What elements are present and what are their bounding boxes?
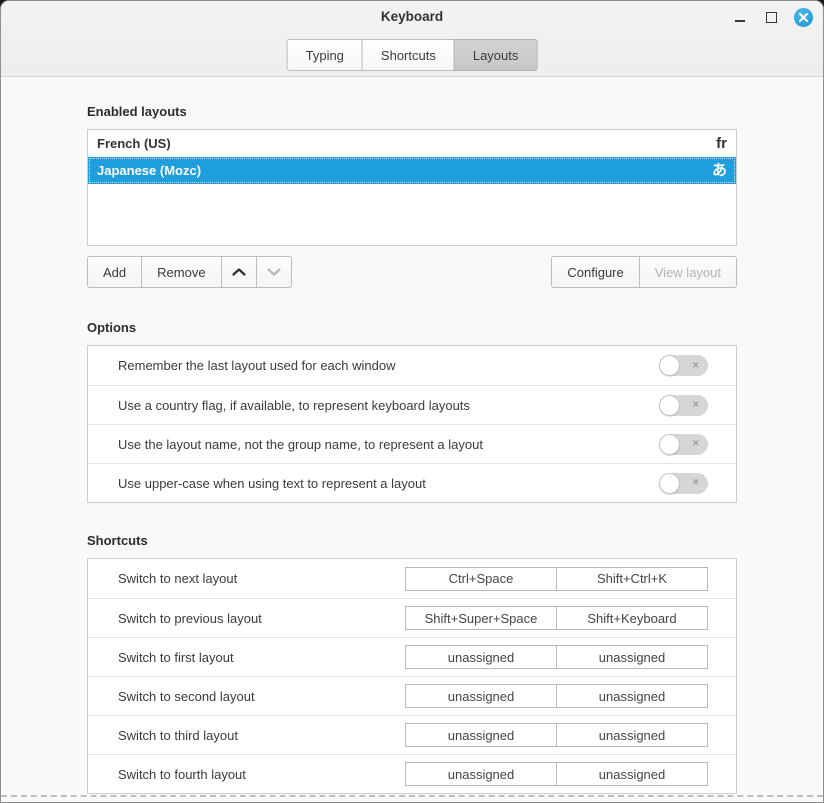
layouts-page: Enabled layouts French (US) fr Japanese …: [1, 77, 823, 802]
shortcuts-panel: Switch to next layout Ctrl+Space Shift+C…: [87, 558, 737, 794]
toggle-off-icon: ×: [693, 399, 699, 410]
keybind-group: Ctrl+Space Shift+Ctrl+K: [405, 567, 708, 591]
tab-typing[interactable]: Typing: [287, 39, 363, 71]
shortcut-label: Switch to previous layout: [118, 611, 405, 626]
keybind-group: unassigned unassigned: [405, 645, 708, 669]
window-header: Keyboard Typing: [1, 1, 823, 77]
remove-layout-label: Remove: [157, 265, 205, 280]
shortcut-row-first-layout: Switch to first layout unassigned unassi…: [88, 637, 736, 676]
toggle-knob: [659, 473, 680, 494]
option-row-remember-layout: Remember the last layout used for each w…: [88, 346, 736, 385]
option-row-country-flag: Use a country flag, if available, to rep…: [88, 385, 736, 424]
tab-layouts-label: Layouts: [473, 48, 519, 63]
keybind-group: unassigned unassigned: [405, 723, 708, 747]
keybind-field-2[interactable]: unassigned: [556, 762, 708, 786]
option-label: Use the layout name, not the group name,…: [118, 437, 483, 452]
toggle-off-icon: ×: [693, 477, 699, 488]
keybind-group: Shift+Super+Space Shift+Keyboard: [405, 606, 708, 630]
chevron-up-icon: [232, 268, 246, 276]
tab-shortcuts-label: Shortcuts: [381, 48, 436, 63]
shortcut-row-third-layout: Switch to third layout unassigned unassi…: [88, 715, 736, 754]
toggle-knob: [659, 434, 680, 455]
view-layout-button[interactable]: View layout: [639, 256, 737, 288]
keybind-field-2[interactable]: unassigned: [556, 645, 708, 669]
shortcut-row-previous-layout: Switch to previous layout Shift+Super+Sp…: [88, 598, 736, 637]
move-layout-up-button[interactable]: [221, 256, 257, 288]
shortcut-row-fourth-layout: Switch to fourth layout unassigned unass…: [88, 754, 736, 793]
options-heading: Options: [87, 319, 737, 336]
toggle-off-icon: ×: [693, 438, 699, 449]
keybind-group: unassigned unassigned: [405, 762, 708, 786]
shortcut-row-second-layout: Switch to second layout unassigned unass…: [88, 676, 736, 715]
keybind-field-1[interactable]: unassigned: [405, 684, 557, 708]
keybind-field-1[interactable]: Ctrl+Space: [405, 567, 557, 591]
toggle-knob: [659, 355, 680, 376]
toggle-layout-name[interactable]: ×: [659, 434, 708, 455]
toggle-country-flag[interactable]: ×: [659, 395, 708, 416]
shortcut-row-next-layout: Switch to next layout Ctrl+Space Shift+C…: [88, 559, 736, 598]
keybind-field-2[interactable]: Shift+Keyboard: [556, 606, 708, 630]
close-icon: [799, 13, 808, 22]
add-layout-label: Add: [103, 265, 126, 280]
titlebar[interactable]: Keyboard: [1, 1, 823, 34]
shortcut-label: Switch to second layout: [118, 689, 405, 704]
keybind-field-2[interactable]: unassigned: [556, 684, 708, 708]
minimize-icon: [735, 20, 745, 22]
shortcut-label: Switch to third layout: [118, 728, 405, 743]
keybind-field-1[interactable]: unassigned: [405, 723, 557, 747]
tab-layouts[interactable]: Layouts: [454, 39, 538, 71]
maximize-button[interactable]: [762, 8, 781, 27]
add-layout-button[interactable]: Add: [87, 256, 142, 288]
shortcut-label: Switch to next layout: [118, 571, 405, 586]
layout-list-actions: Add Remove Configure: [87, 256, 737, 288]
enabled-layouts-heading: Enabled layouts: [87, 103, 737, 120]
configure-label: Configure: [567, 265, 623, 280]
toggle-knob: [659, 395, 680, 416]
option-row-upper-case: Use upper-case when using text to repres…: [88, 463, 736, 502]
option-label: Use a country flag, if available, to rep…: [118, 398, 470, 413]
shortcuts-heading: Shortcuts: [87, 532, 737, 549]
shortcut-label: Switch to fourth layout: [118, 767, 405, 782]
option-label: Use upper-case when using text to repres…: [118, 476, 426, 491]
layout-indicator-badge: あ: [712, 163, 727, 178]
keybind-group: unassigned unassigned: [405, 684, 708, 708]
toggle-upper-case[interactable]: ×: [659, 473, 708, 494]
option-label: Remember the last layout used for each w…: [118, 358, 395, 373]
window-title: Keyboard: [1, 9, 823, 24]
layout-indicator-badge: fr: [716, 136, 727, 151]
chevron-down-icon: [267, 268, 281, 276]
close-button[interactable]: [794, 8, 813, 27]
keybind-field-2[interactable]: Shift+Ctrl+K: [556, 567, 708, 591]
layout-config-button-group: Configure View layout: [551, 256, 737, 288]
window-controls: [730, 1, 813, 34]
keybind-field-2[interactable]: unassigned: [556, 723, 708, 747]
keyboard-settings-window: Keyboard Typing: [0, 0, 824, 803]
layout-row-french[interactable]: French (US) fr: [88, 130, 736, 157]
minimize-button[interactable]: [730, 8, 749, 27]
enabled-layouts-list: French (US) fr Japanese (Mozc) あ: [87, 129, 737, 246]
view-layout-label: View layout: [655, 265, 721, 280]
configure-button[interactable]: Configure: [551, 256, 639, 288]
list-edit-button-group: Add Remove: [87, 256, 292, 288]
tab-shortcuts[interactable]: Shortcuts: [362, 39, 455, 71]
options-panel: Remember the last layout used for each w…: [87, 345, 737, 503]
tab-typing-label: Typing: [306, 48, 344, 63]
keybind-field-1[interactable]: Shift+Super+Space: [405, 606, 557, 630]
layout-name: Japanese (Mozc): [97, 163, 201, 178]
move-layout-down-button[interactable]: [256, 256, 292, 288]
tab-switcher: Typing Shortcuts Layouts: [287, 39, 538, 71]
scroll-undershoot-indicator: [1, 795, 823, 797]
option-row-layout-name: Use the layout name, not the group name,…: [88, 424, 736, 463]
toggle-remember-layout[interactable]: ×: [659, 355, 708, 376]
remove-layout-button[interactable]: Remove: [141, 256, 221, 288]
maximize-icon: [766, 12, 777, 23]
keybind-field-1[interactable]: unassigned: [405, 762, 557, 786]
layout-row-japanese[interactable]: Japanese (Mozc) あ: [88, 157, 736, 184]
toggle-off-icon: ×: [693, 360, 699, 371]
keybind-field-1[interactable]: unassigned: [405, 645, 557, 669]
shortcut-label: Switch to first layout: [118, 650, 405, 665]
layout-name: French (US): [97, 136, 171, 151]
